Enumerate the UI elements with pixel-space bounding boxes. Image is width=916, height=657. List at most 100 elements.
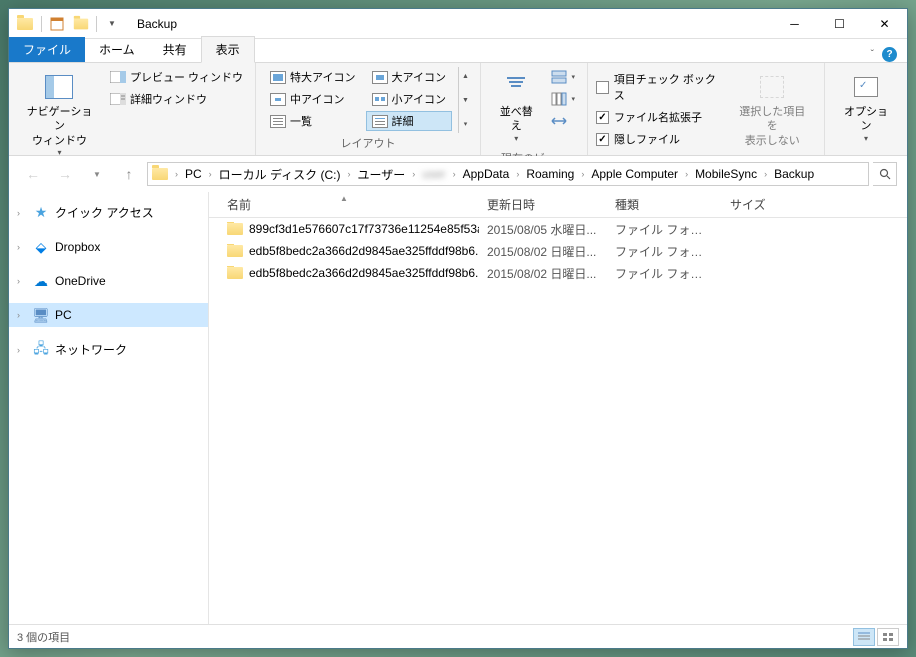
help-icon[interactable]: ? [882,47,897,62]
preview-pane-button[interactable]: プレビュー ウィンドウ [106,67,247,87]
options-button[interactable]: オプション ▾ [833,67,899,148]
qat-newfolder-icon[interactable] [70,13,92,35]
back-button[interactable]: ← [19,160,47,188]
history-dropdown[interactable]: ▼ [83,160,111,188]
layout-small-button[interactable]: 小アイコン [366,89,452,109]
item-count-label: 3 個の項目 [17,629,70,645]
chevron-right-icon[interactable]: › [206,169,215,179]
search-icon [879,168,891,180]
tab-view[interactable]: 表示 [201,36,255,63]
layout-medium-button[interactable]: 中アイコン [264,89,361,109]
qat-properties-icon[interactable] [46,13,68,35]
tab-file[interactable]: ファイル [9,37,85,62]
pc-icon: 🖥 [33,307,49,323]
column-name[interactable]: ▲ 名前 [209,196,479,213]
ribbon-group-show-hide: 項目チェック ボックス ファイル名拡張子 隠しファイル 選択した項目を 表示しな… [588,63,825,155]
breadcrumb-item[interactable]: ローカル ディスク (C:) [215,166,345,183]
star-icon: ★ [33,205,49,221]
layout-extra-large-button[interactable]: 特大アイコン [264,67,361,87]
group-by-icon [551,69,567,85]
checkbox-checked-icon [596,111,609,124]
file-extensions-toggle[interactable]: ファイル名拡張子 [596,107,724,127]
breadcrumb-item[interactable]: PC [181,167,206,181]
breadcrumb-item[interactable]: Roaming [522,167,578,181]
layout-list-button[interactable]: 一覧 [264,111,361,131]
sidebar-item-dropbox[interactable]: › ⬙ Dropbox [9,235,208,259]
folder-icon [152,168,168,180]
quick-access-toolbar: ▼ [39,13,123,35]
hide-selected-icon [760,76,784,98]
ribbon-group-current-view: 並べ替え ▾ ▾ ▾ 現在のビュー [481,63,588,155]
window-title: Backup [137,17,177,31]
details-pane-button[interactable]: 詳細ウィンドウ [106,89,247,109]
view-icons-toggle[interactable] [877,628,899,646]
hidden-files-toggle[interactable]: 隠しファイル [596,129,724,149]
sidebar-item-pc[interactable]: › 🖥 PC [9,303,208,327]
add-columns-icon [551,91,567,107]
chevron-right-icon[interactable]: › [17,208,20,218]
breadcrumb-item[interactable]: Apple Computer [587,167,682,181]
chevron-right-icon[interactable]: › [17,310,20,320]
navigation-pane-button[interactable]: ナビゲーション ウィンドウ ▾ [17,67,102,162]
breadcrumb-item[interactable]: ユーザー [354,166,410,183]
ribbon-collapse-icon[interactable]: ˇ [871,49,874,60]
ribbon-tabs: ファイル ホーム 共有 表示 ˇ ? [9,39,907,63]
sort-button[interactable]: 並べ替え ▾ [489,67,544,148]
file-row[interactable]: edb5f8bedc2a366d2d9845ae325ffddf98b6... … [209,262,907,284]
chevron-right-icon[interactable]: › [513,169,522,179]
file-rows[interactable]: 899cf3d1e576607c17f73736e11254e85f53a...… [209,218,907,624]
up-button[interactable]: ↑ [115,160,143,188]
sidebar-item-network[interactable]: › 🖧 ネットワーク [9,337,208,362]
close-button[interactable]: ✕ [862,9,907,38]
item-checkboxes-toggle[interactable]: 項目チェック ボックス [596,69,724,105]
chevron-right-icon[interactable]: › [345,169,354,179]
chevron-right-icon[interactable]: › [578,169,587,179]
chevron-right-icon[interactable]: › [17,276,20,286]
add-columns-button[interactable]: ▾ [547,89,579,109]
file-row[interactable]: 899cf3d1e576607c17f73736e11254e85f53a...… [209,218,907,240]
hide-selected-button: 選択した項目を 表示しない [728,67,816,152]
breadcrumb-item-blurred[interactable]: user [418,167,449,181]
column-size[interactable]: サイズ [722,196,802,213]
navigation-pane-icon [45,75,73,99]
tab-home[interactable]: ホーム [85,37,149,62]
layout-large-button[interactable]: 大アイコン [366,67,452,87]
body: › ★ クイック アクセス › ⬙ Dropbox › ☁ OneDrive ›… [9,192,907,624]
chevron-right-icon[interactable]: › [450,169,459,179]
addressbar: ← → ▼ ↑ › PC › ローカル ディスク (C:) › ユーザー › u… [9,156,907,192]
sidebar-item-onedrive[interactable]: › ☁ OneDrive [9,269,208,293]
forward-button[interactable]: → [51,160,79,188]
sidebar-item-quick-access[interactable]: › ★ クイック アクセス [9,200,208,225]
column-type[interactable]: 種類 [607,196,722,213]
column-date[interactable]: 更新日時 [479,196,607,213]
search-button[interactable] [873,162,897,186]
medium-icon [270,93,286,106]
breadcrumb-item[interactable]: MobileSync [691,167,761,181]
ribbon-group-layout: 特大アイコン 中アイコン 一覧 大アイコン 小アイコン 詳細 ▲ ▼ ▾ レイア… [256,63,481,155]
breadcrumb-item[interactable]: AppData [459,167,514,181]
chevron-right-icon[interactable]: › [409,169,418,179]
qat-customize-dropdown[interactable]: ▼ [101,13,123,35]
breadcrumb-item[interactable]: Backup [770,167,818,181]
minimize-button[interactable]: ─ [772,9,817,38]
chevron-right-icon[interactable]: › [172,169,181,179]
sort-asc-icon: ▲ [209,194,479,203]
breadcrumb[interactable]: › PC › ローカル ディスク (C:) › ユーザー › user › Ap… [147,162,869,186]
group-by-button[interactable]: ▾ [547,67,579,87]
chevron-right-icon[interactable]: › [17,242,20,252]
chevron-right-icon[interactable]: › [682,169,691,179]
size-columns-button[interactable] [547,111,579,131]
layout-details-button[interactable]: 詳細 [366,111,452,131]
layout-scroll-up[interactable]: ▲ [459,67,472,85]
tab-share[interactable]: 共有 [149,37,201,62]
maximize-button[interactable]: ☐ [817,9,862,38]
checkbox-icon [596,81,609,94]
extra-large-icon [270,71,286,84]
file-row[interactable]: edb5f8bedc2a366d2d9845ae325ffddf98b6... … [209,240,907,262]
view-details-toggle[interactable] [853,628,875,646]
chevron-right-icon[interactable]: › [17,345,20,355]
layout-scroll-more[interactable]: ▾ [459,115,472,133]
chevron-right-icon[interactable]: › [761,169,770,179]
small-icon [372,93,388,106]
layout-scroll-down[interactable]: ▼ [459,91,472,109]
